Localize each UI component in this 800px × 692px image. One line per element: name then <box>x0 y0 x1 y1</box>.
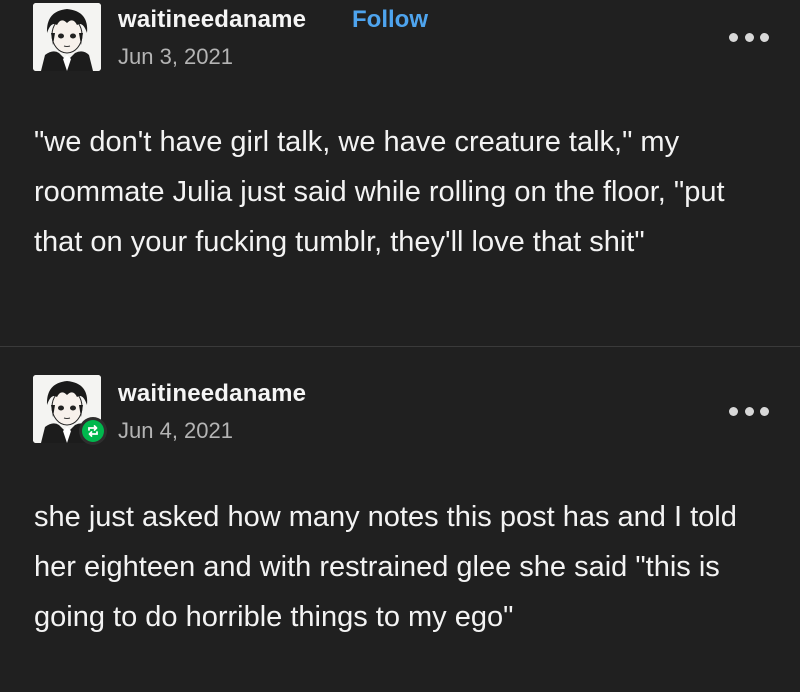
reblog-post: waitineedaname Jun 4, 2021 she just aske… <box>0 347 800 692</box>
anime-boy-avatar-icon <box>33 3 101 71</box>
dot <box>760 406 769 416</box>
post-date[interactable]: Jun 4, 2021 <box>118 418 233 444</box>
dot <box>729 32 738 42</box>
avatar[interactable] <box>33 3 101 71</box>
dot <box>744 406 754 416</box>
dot <box>744 32 754 42</box>
follow-button[interactable]: Follow <box>352 6 428 34</box>
post: waitineedaname Follow Jun 3, 2021 "we do… <box>0 0 800 346</box>
post-date[interactable]: Jun 3, 2021 <box>118 44 233 70</box>
dot <box>760 32 769 42</box>
username[interactable]: waitineedaname <box>118 380 306 408</box>
username[interactable]: waitineedaname <box>118 6 306 34</box>
more-options-icon[interactable] <box>729 25 769 49</box>
reblog-badge <box>79 417 107 445</box>
dot <box>729 406 738 416</box>
post-body: "we don't have girl talk, we have creatu… <box>34 126 725 258</box>
post-body: she just asked how many notes this post … <box>34 501 737 633</box>
avatar[interactable] <box>33 375 107 445</box>
more-options-icon[interactable] <box>729 399 769 423</box>
reblog-icon <box>88 425 98 437</box>
